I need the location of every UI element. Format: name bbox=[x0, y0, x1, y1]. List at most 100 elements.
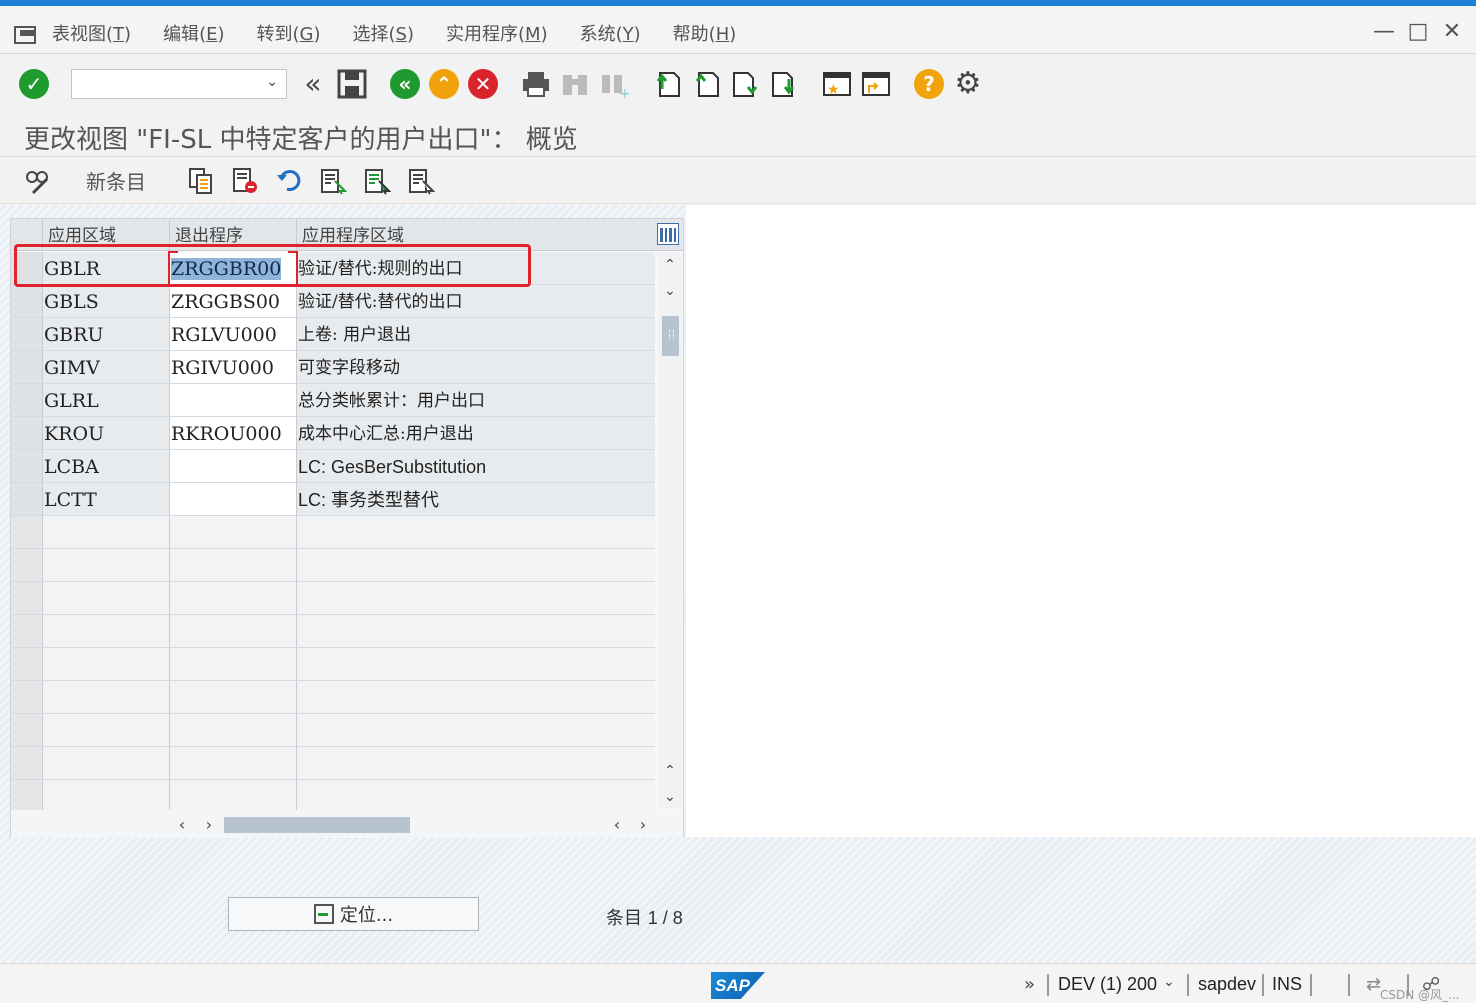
cell-exit-selected-text[interactable]: ZRGGBR00 bbox=[171, 258, 282, 280]
system-info[interactable]: DEV (1) 200 bbox=[1058, 974, 1157, 995]
vertical-scroll-thumb[interactable] bbox=[662, 316, 679, 356]
empty-row bbox=[11, 681, 655, 714]
table-settings-icon[interactable] bbox=[657, 223, 679, 245]
cell-exit[interactable]: ZRGGBS00 bbox=[170, 285, 297, 317]
row-selector[interactable] bbox=[11, 351, 43, 383]
page-down-icon[interactable]: ⌄ bbox=[658, 786, 682, 808]
scroll-left-icon[interactable]: ‹ bbox=[172, 813, 192, 835]
copy-as-icon[interactable] bbox=[186, 166, 216, 196]
back-icon[interactable]: « bbox=[389, 68, 421, 100]
row-selector[interactable] bbox=[11, 714, 43, 746]
table-control: 应用区域 退出程序 应用程序区域 GBLR ZRGGBR00 验证/替代:规则的… bbox=[10, 218, 684, 838]
select-all-icon[interactable] bbox=[318, 166, 348, 196]
cell-exit[interactable] bbox=[170, 384, 297, 416]
content-area: 应用区域 退出程序 应用程序区域 GBLR ZRGGBR00 验证/替代:规则的… bbox=[0, 205, 1476, 963]
column-header-area[interactable]: 应用区域 bbox=[43, 219, 170, 251]
menu-help[interactable]: 帮助(H) bbox=[673, 20, 737, 46]
print-icon[interactable] bbox=[520, 68, 552, 100]
row-selector[interactable] bbox=[11, 252, 43, 284]
menu-table-view-label: 表视图 bbox=[52, 23, 106, 45]
column-header-description[interactable]: 应用程序区域 bbox=[297, 219, 655, 251]
horizontal-scrollbar[interactable]: ‹ › ‹ › bbox=[11, 810, 683, 838]
scroll-right-icon[interactable]: › bbox=[633, 813, 653, 835]
double-up-icon: ⌃ bbox=[429, 69, 459, 99]
row-selector[interactable] bbox=[11, 450, 43, 482]
cell-description bbox=[297, 615, 655, 647]
row-selector[interactable] bbox=[11, 780, 43, 810]
deselect-all-icon[interactable] bbox=[406, 166, 436, 196]
shortcut-icon[interactable] bbox=[860, 68, 892, 100]
row-selector[interactable] bbox=[11, 417, 43, 449]
select-block-icon[interactable] bbox=[362, 166, 392, 196]
menu-edit[interactable]: 编辑(E) bbox=[163, 20, 224, 46]
cell-exit[interactable]: ZRGGBR00 bbox=[170, 252, 297, 284]
cell-exit[interactable] bbox=[170, 483, 297, 515]
display-change-icon[interactable] bbox=[22, 166, 52, 196]
collapse-command-icon[interactable]: « bbox=[297, 68, 329, 100]
row-selector[interactable] bbox=[11, 384, 43, 416]
enter-icon[interactable]: ✓ bbox=[18, 68, 50, 100]
scroll-right-icon[interactable]: › bbox=[199, 813, 219, 835]
row-selector[interactable] bbox=[11, 483, 43, 515]
checkmark-icon: ✓ bbox=[19, 69, 49, 99]
menu-goto[interactable]: 转到(G) bbox=[257, 20, 321, 46]
create-session-icon[interactable]: ★ bbox=[821, 68, 853, 100]
cell-exit[interactable] bbox=[170, 450, 297, 482]
row-selector[interactable] bbox=[11, 516, 43, 548]
row-selector[interactable] bbox=[11, 615, 43, 647]
next-page-icon[interactable] bbox=[729, 68, 761, 100]
menu-select-label: 选择 bbox=[352, 23, 389, 45]
menu-select[interactable]: 选择(S) bbox=[353, 20, 415, 46]
save-icon[interactable] bbox=[336, 68, 368, 100]
position-button[interactable]: 定位... bbox=[228, 897, 479, 931]
menu-table-view[interactable]: 表视图(T) bbox=[52, 20, 131, 46]
horizontal-scroll-thumb[interactable] bbox=[224, 817, 410, 833]
column-header-exit[interactable]: 退出程序 bbox=[170, 219, 297, 251]
settings-gear-icon[interactable]: ⚙ bbox=[952, 68, 984, 100]
application-toolbar: 新条目 bbox=[0, 158, 1476, 204]
row-selector[interactable] bbox=[11, 648, 43, 680]
menu-utilities[interactable]: 实用程序(M) bbox=[446, 20, 548, 46]
maximize-icon[interactable]: □ bbox=[1408, 19, 1429, 44]
insert-mode[interactable]: INS bbox=[1272, 974, 1302, 995]
chevron-down-icon[interactable]: ⌄ bbox=[266, 74, 278, 90]
expand-status-icon[interactable]: » bbox=[1024, 974, 1035, 995]
cancel-icon[interactable]: ✕ bbox=[467, 68, 499, 100]
vertical-scrollbar[interactable]: ⌃ ⌄ ⌃ ⌄ bbox=[658, 252, 682, 808]
help-icon[interactable]: ? bbox=[913, 68, 945, 100]
scroll-down-icon[interactable]: ⌄ bbox=[658, 280, 682, 302]
page-up-icon[interactable]: ⌃ bbox=[658, 760, 682, 782]
row-selector[interactable] bbox=[11, 747, 43, 779]
delete-icon[interactable] bbox=[230, 166, 260, 196]
cell-exit[interactable]: RGIVU000 bbox=[170, 351, 297, 383]
table-header: 应用区域 退出程序 应用程序区域 bbox=[11, 219, 683, 251]
menu-icon[interactable] bbox=[12, 23, 38, 44]
first-page-icon[interactable] bbox=[651, 68, 683, 100]
scroll-left-icon[interactable]: ‹ bbox=[607, 813, 627, 835]
row-selector[interactable] bbox=[11, 285, 43, 317]
command-field[interactable]: ⌄ bbox=[71, 69, 287, 99]
cell-area bbox=[43, 780, 170, 810]
undo-icon[interactable] bbox=[274, 166, 304, 196]
row-selector[interactable] bbox=[11, 549, 43, 581]
page-title: 更改视图 "FI-SL 中特定客户的用户出口"： 概览 bbox=[24, 125, 578, 155]
cell-exit[interactable]: RKROU000 bbox=[170, 417, 297, 449]
position-icon bbox=[313, 904, 334, 924]
row-selector[interactable] bbox=[11, 318, 43, 350]
row-selector[interactable] bbox=[11, 681, 43, 713]
select-all-rows-cell[interactable] bbox=[11, 219, 43, 251]
empty-row bbox=[11, 549, 655, 582]
new-entries-button[interactable]: 新条目 bbox=[86, 166, 146, 195]
menu-system[interactable]: 系统(Y) bbox=[580, 20, 641, 46]
exit-icon[interactable]: ⌃ bbox=[428, 68, 460, 100]
table-row: KROU RKROU000 成本中心汇总:用户退出 bbox=[11, 417, 655, 450]
scroll-up-icon[interactable]: ⌃ bbox=[658, 254, 682, 276]
minimize-icon[interactable]: — bbox=[1373, 19, 1395, 44]
close-icon[interactable]: ✕ bbox=[1442, 19, 1462, 44]
row-selector[interactable] bbox=[11, 582, 43, 614]
last-page-icon[interactable] bbox=[768, 68, 800, 100]
previous-page-icon[interactable] bbox=[690, 68, 722, 100]
cell-exit[interactable]: RGLVU000 bbox=[170, 318, 297, 350]
chevron-down-icon[interactable]: ⌄ bbox=[1163, 974, 1175, 990]
status-separator bbox=[1187, 974, 1189, 996]
